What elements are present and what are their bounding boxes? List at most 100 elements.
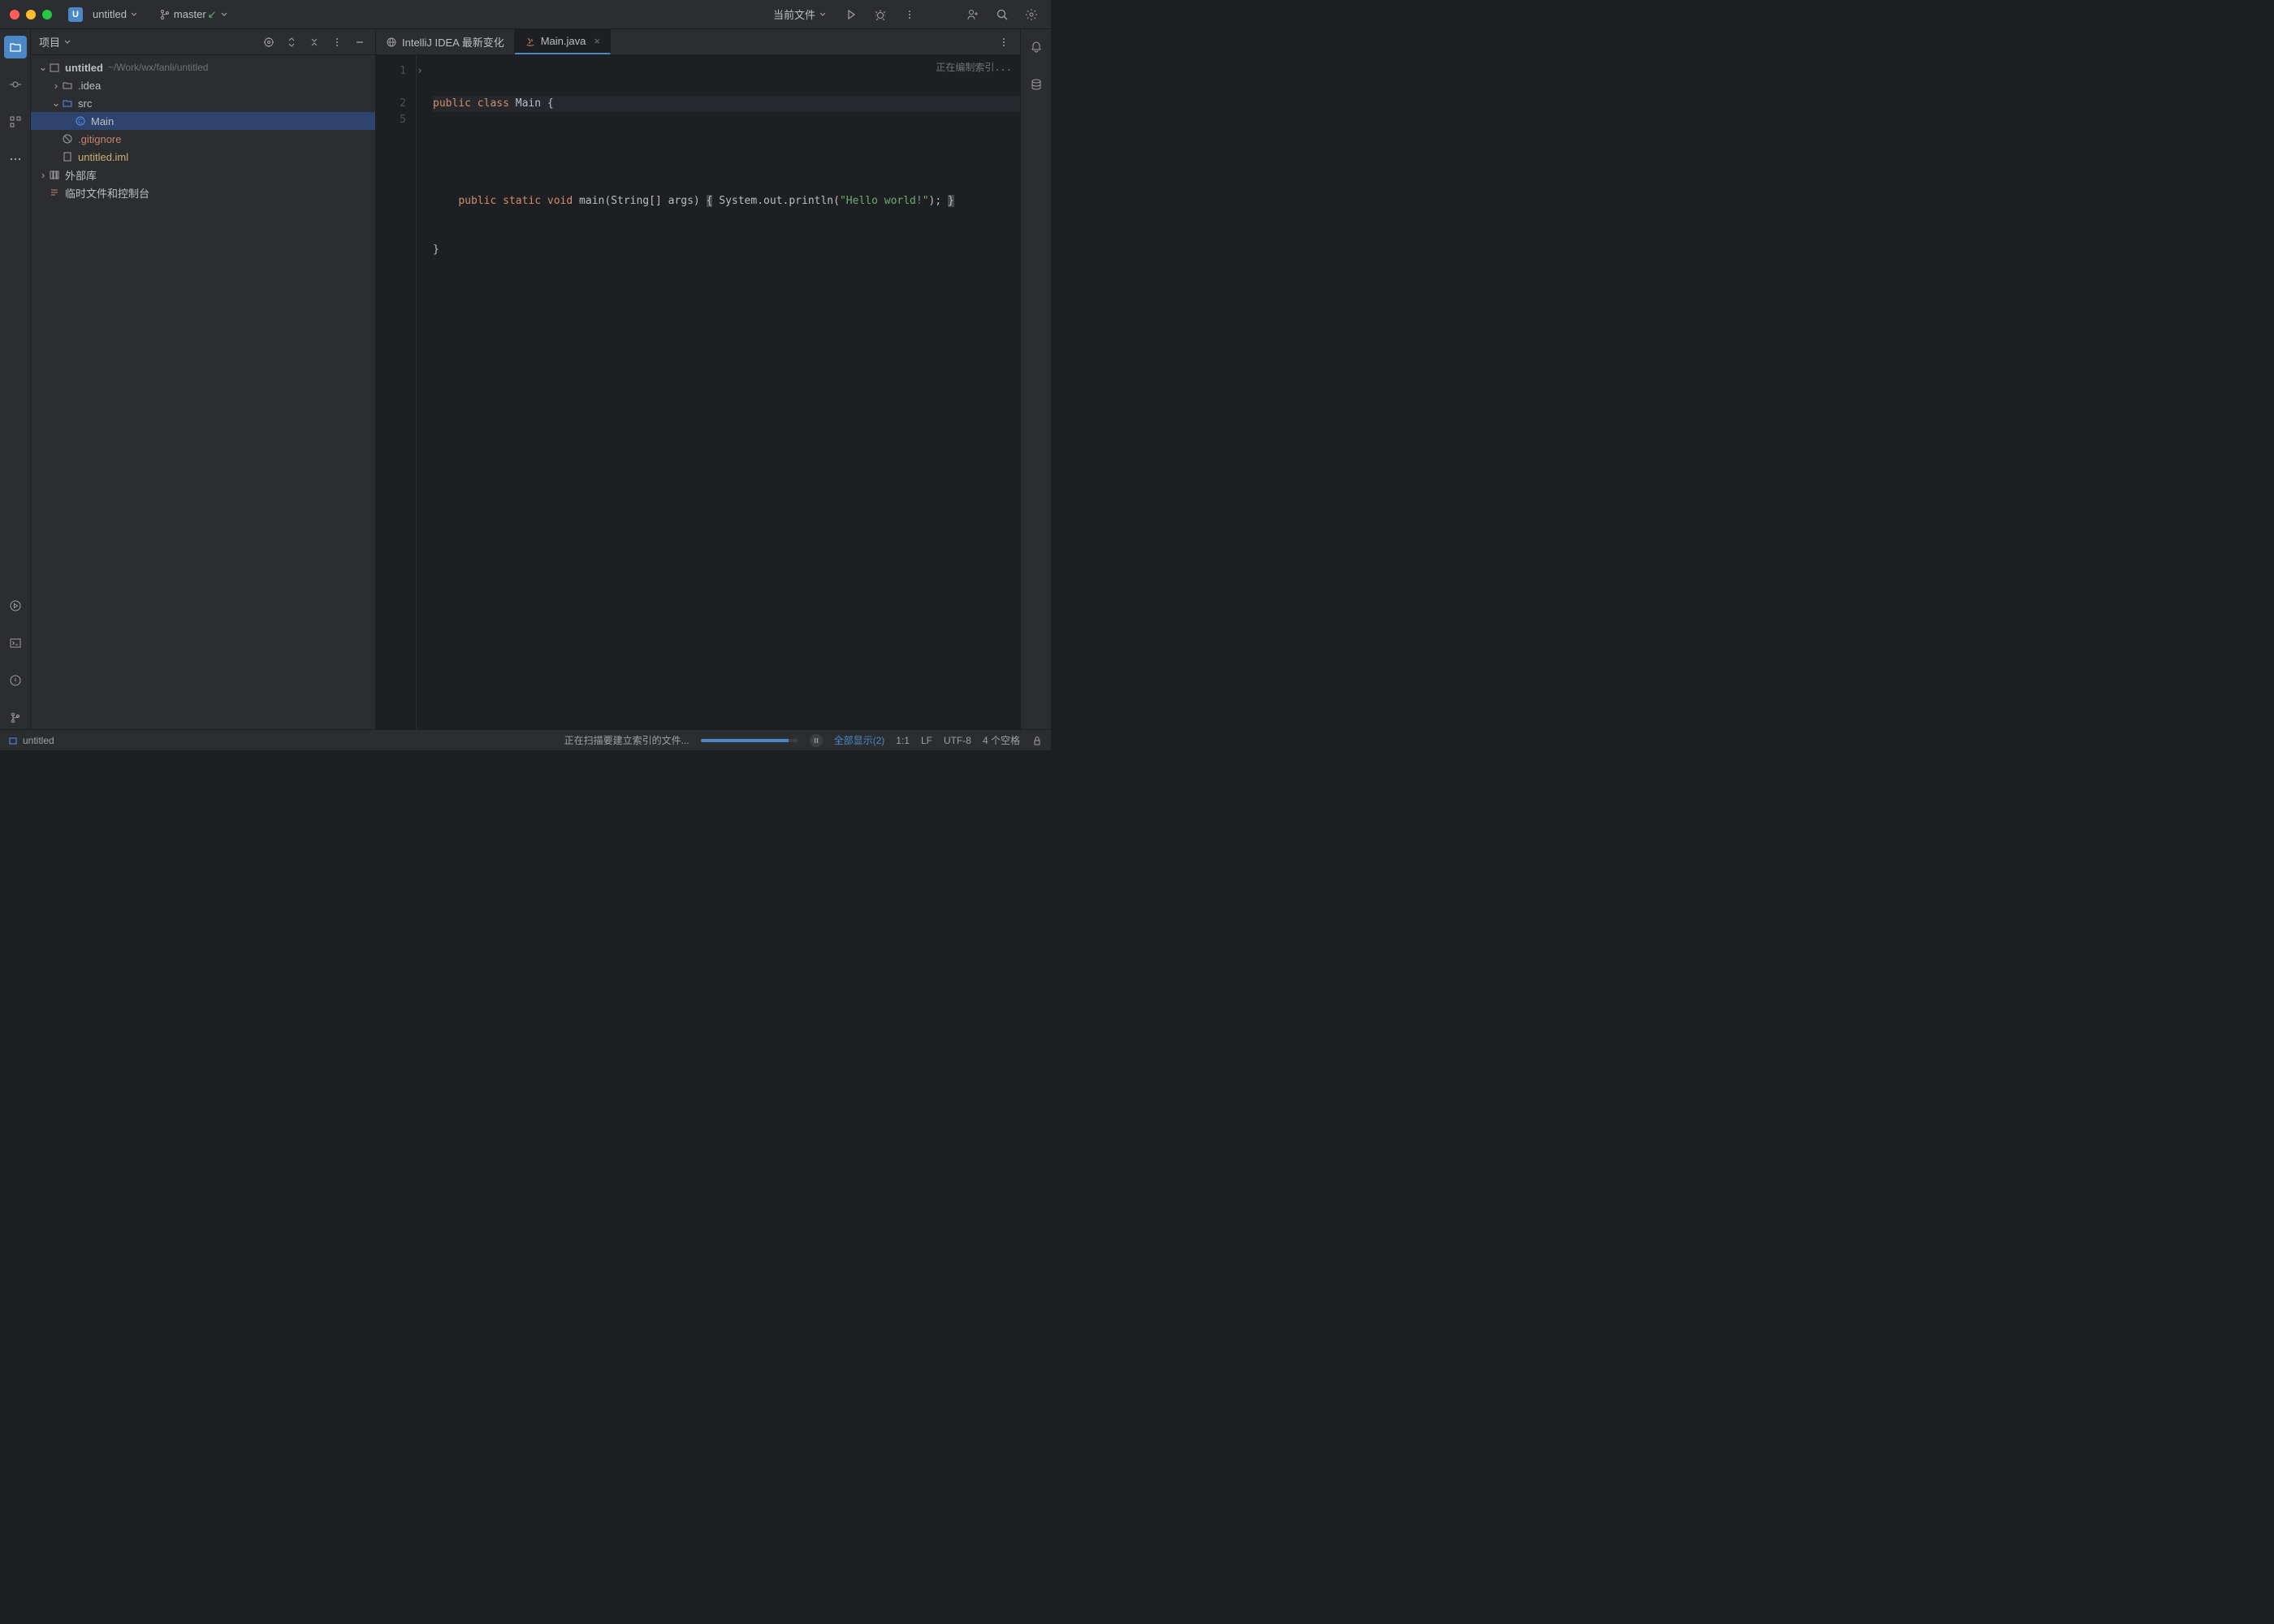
project-selector[interactable]: untitled: [88, 5, 143, 24]
window-controls: [10, 10, 52, 19]
code-content[interactable]: public class Main { public static void m…: [430, 55, 1020, 729]
database-icon: [1030, 78, 1043, 91]
lock-icon[interactable]: [1031, 735, 1043, 746]
structure-icon: [9, 115, 22, 128]
library-icon: [49, 169, 62, 180]
chevron-down-icon: [63, 38, 71, 46]
vcs-branch[interactable]: master ↙: [151, 5, 233, 24]
notifications-button[interactable]: [1025, 36, 1048, 58]
run-config-selector[interactable]: 当前文件: [768, 3, 832, 25]
code-line: public static void main(String[] args) {…: [433, 193, 1020, 209]
tab-options-button[interactable]: [994, 32, 1014, 52]
tree-item-gitignore[interactable]: .gitignore: [31, 130, 375, 148]
sb-position[interactable]: 1:1: [896, 735, 910, 746]
chevron-down-icon: [220, 11, 228, 19]
tree-label: 外部库: [65, 167, 97, 183]
project-tree[interactable]: ⌄ untitled ~/Work/wx/fanli/untitled › .i…: [31, 55, 375, 729]
tree-item-src[interactable]: ⌄ src: [31, 94, 375, 112]
maximize-window-button[interactable]: [42, 10, 52, 19]
terminal-icon: [9, 637, 22, 650]
more-tools-button[interactable]: [4, 148, 27, 171]
tree-label: .gitignore: [78, 133, 121, 145]
search-button[interactable]: [992, 5, 1012, 24]
tree-item-idea[interactable]: › .idea: [31, 76, 375, 94]
collapse-all-button[interactable]: [307, 35, 322, 50]
sb-show-all[interactable]: 全部显示(2): [834, 733, 885, 747]
tab-label: IntelliJ IDEA 最新变化: [402, 34, 504, 50]
project-panel: 项目 ⌄ untitled ~/Work/wx/fanli/untitled ›: [31, 29, 376, 729]
project-tool-button[interactable]: [4, 36, 27, 58]
hide-panel-button[interactable]: [352, 35, 367, 50]
run-tool-button[interactable]: [4, 594, 27, 617]
terminal-tool-button[interactable]: [4, 632, 27, 654]
search-icon: [996, 8, 1009, 21]
structure-tool-button[interactable]: [4, 110, 27, 133]
project-panel-title[interactable]: 项目: [39, 34, 71, 50]
tree-path: ~/Work/wx/fanli/untitled: [108, 62, 209, 73]
expand-all-button[interactable]: [284, 35, 299, 50]
more-actions-button[interactable]: [900, 5, 919, 24]
fold-marker[interactable]: ›: [417, 63, 430, 80]
problems-tool-button[interactable]: [4, 669, 27, 692]
main-area: 项目 ⌄ untitled ~/Work/wx/fanli/untitled ›: [0, 29, 1051, 729]
minimize-window-button[interactable]: [26, 10, 36, 19]
run-button[interactable]: [841, 5, 861, 24]
tree-arrow-expanded[interactable]: ⌄: [50, 97, 62, 110]
tree-item-scratches[interactable]: 临时文件和控制台: [31, 184, 375, 201]
close-window-button[interactable]: [10, 10, 19, 19]
editor-tabs: IntelliJ IDEA 最新变化 Main.java ×: [376, 29, 1020, 55]
pause-indexing-button[interactable]: [810, 734, 823, 747]
line-number: 5: [376, 112, 406, 128]
tree-arrow-expanded[interactable]: ⌄: [37, 61, 49, 74]
project-badge: U: [68, 7, 83, 22]
class-icon: C: [75, 115, 88, 127]
module-icon: [8, 736, 18, 745]
tree-item-external-libs[interactable]: › 外部库: [31, 166, 375, 184]
close-tab-button[interactable]: ×: [594, 35, 600, 47]
settings-button[interactable]: [1022, 5, 1041, 24]
tab-whats-new[interactable]: IntelliJ IDEA 最新变化: [376, 29, 515, 54]
target-icon: [263, 37, 275, 48]
play-icon: [845, 9, 857, 20]
statusbar: untitled 正在扫描要建立索引的文件... 全部显示(2) 1:1 LF …: [0, 729, 1051, 750]
fold-gutter: ›: [417, 55, 430, 729]
database-button[interactable]: [1025, 73, 1048, 96]
editor-area: IntelliJ IDEA 最新变化 Main.java × 正在编制索引...…: [376, 29, 1020, 729]
tree-label: 临时文件和控制台: [65, 185, 149, 201]
commit-tool-button[interactable]: [4, 73, 27, 96]
code-editor[interactable]: 正在编制索引... 1 2 5 › public class Main { pu…: [376, 55, 1020, 729]
line-number: 1: [376, 63, 406, 80]
chevron-down-icon: [130, 11, 138, 19]
gear-icon: [1025, 8, 1038, 21]
right-tool-rail: [1020, 29, 1051, 729]
code-with-me-button[interactable]: [963, 5, 983, 24]
sb-indent[interactable]: 4 个空格: [983, 733, 1020, 747]
branch-icon: [159, 9, 171, 20]
progress-bar: [701, 739, 798, 742]
git-tool-button[interactable]: [4, 706, 27, 729]
sb-encoding[interactable]: UTF-8: [944, 735, 971, 746]
tree-label: src: [78, 97, 92, 110]
svg-text:C: C: [78, 118, 83, 125]
tab-main-java[interactable]: Main.java ×: [515, 29, 611, 54]
module-icon: [49, 62, 62, 73]
globe-icon: [386, 37, 397, 48]
tree-item-iml[interactable]: untitled.iml: [31, 148, 375, 166]
tree-arrow-collapsed[interactable]: ›: [50, 80, 62, 92]
person-add-icon: [966, 8, 979, 21]
sb-project[interactable]: untitled: [23, 735, 54, 746]
tree-item-root[interactable]: ⌄ untitled ~/Work/wx/fanli/untitled: [31, 58, 375, 76]
java-icon: [525, 36, 536, 47]
select-opened-file-button[interactable]: [262, 35, 276, 50]
panel-options-button[interactable]: [330, 35, 344, 50]
tree-arrow-collapsed[interactable]: ›: [37, 169, 49, 181]
kebab-icon: [999, 37, 1009, 47]
tree-label: untitled: [65, 62, 103, 74]
branch-name: master: [174, 8, 206, 20]
sb-line-separator[interactable]: LF: [921, 735, 932, 746]
play-circle-icon: [9, 599, 22, 612]
tree-label: untitled.iml: [78, 151, 128, 163]
debug-button[interactable]: [871, 5, 890, 24]
tree-item-main[interactable]: C Main: [31, 112, 375, 130]
project-panel-header: 项目: [31, 29, 375, 55]
